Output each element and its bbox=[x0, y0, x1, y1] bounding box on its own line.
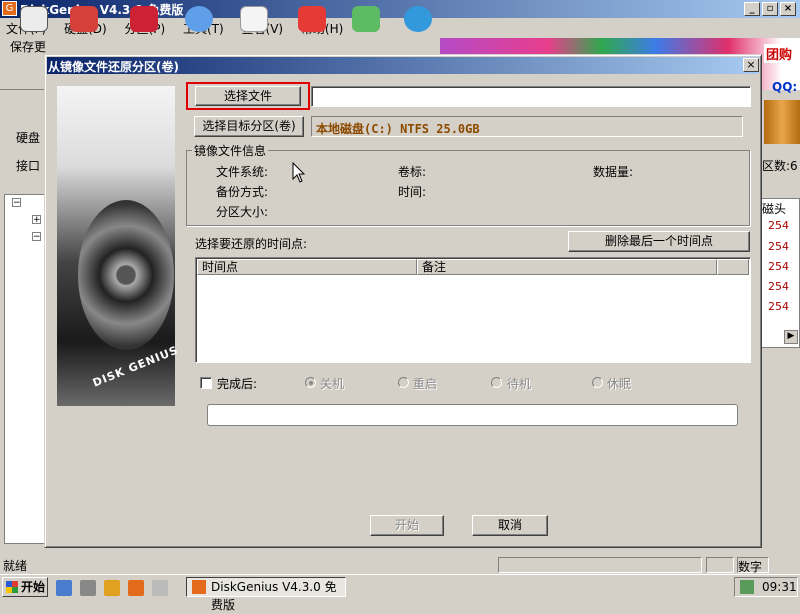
partition-size-label: 分区大小: bbox=[216, 205, 269, 219]
scroll-right-icon[interactable]: ▶ bbox=[784, 330, 798, 344]
target-partition-value: 本地磁盘(C:) NTFS 25.0GB bbox=[316, 122, 480, 136]
status-pane bbox=[498, 557, 702, 573]
toolbar-plane-icon[interactable] bbox=[352, 6, 380, 32]
tree-expand-icon[interactable]: + bbox=[32, 215, 41, 225]
table-cell: 254 bbox=[768, 260, 789, 273]
image-info-group bbox=[186, 150, 750, 226]
quicklaunch-desktop-icon[interactable] bbox=[56, 580, 72, 596]
after-done-label: 完成后: bbox=[217, 377, 258, 391]
toolbar-arrow-icon[interactable] bbox=[130, 6, 158, 32]
numlock-label: 数字 bbox=[738, 560, 763, 574]
save-disk-icon[interactable] bbox=[20, 6, 48, 32]
restart-label: 重启 bbox=[413, 377, 438, 391]
ad-qq-label: QQ: bbox=[772, 80, 798, 94]
app-close-button[interactable]: × bbox=[780, 2, 796, 16]
toolbar-brand-icon[interactable] bbox=[298, 6, 326, 32]
standby-label: 待机 bbox=[507, 377, 532, 391]
taskbar-diskgenius-button[interactable]: DiskGenius V4.3.0 免费版 bbox=[186, 577, 346, 612]
tray-network-icon[interactable] bbox=[740, 580, 754, 594]
diskgenius-task-icon bbox=[192, 580, 206, 594]
shutdown-radio[interactable] bbox=[305, 377, 316, 388]
dialog-close-button[interactable]: × bbox=[743, 58, 759, 72]
delete-last-point-button[interactable]: 删除最后一个时间点 bbox=[568, 231, 750, 252]
dialog-title: 从镜像文件还原分区(卷) bbox=[48, 60, 179, 74]
restart-radio[interactable] bbox=[398, 377, 409, 388]
heads-column-header: 磁头 bbox=[762, 202, 787, 216]
disk-platter-icon bbox=[78, 200, 174, 350]
toolbar-globe-icon[interactable] bbox=[185, 6, 213, 32]
image-info-group-title: 镜像文件信息 bbox=[192, 142, 269, 159]
app-title-bar: DiskGenius V4.3.0 免费版 bbox=[0, 0, 800, 18]
windows-logo-icon bbox=[6, 581, 18, 593]
left-disk-label: 硬盘 bbox=[16, 131, 41, 145]
standby-radio[interactable] bbox=[491, 377, 502, 388]
image-file-path-input[interactable] bbox=[311, 86, 751, 107]
hibernate-radio[interactable] bbox=[592, 377, 603, 388]
toolbar-save-label: 保存更 bbox=[10, 40, 47, 54]
shutdown-label: 关机 bbox=[320, 377, 345, 391]
mouse-pointer-icon bbox=[292, 162, 306, 183]
quicklaunch-drive-icon[interactable] bbox=[152, 580, 168, 596]
after-done-checkbox[interactable] bbox=[200, 377, 212, 389]
quicklaunch-printer-icon[interactable] bbox=[80, 580, 96, 596]
table-cell: 254 bbox=[768, 300, 789, 313]
status-text: 就绪 bbox=[3, 559, 28, 573]
data-size-label: 数据量: bbox=[593, 165, 634, 179]
table-cell: 254 bbox=[768, 240, 789, 253]
disk-tree[interactable] bbox=[4, 194, 46, 544]
diskgenius-app-icon: G bbox=[2, 1, 17, 16]
select-file-button[interactable]: 选择文件 bbox=[195, 86, 301, 106]
column-header-time-point[interactable]: 时间点 bbox=[197, 259, 417, 275]
status-pane bbox=[706, 557, 734, 573]
toolbar-tool-icon[interactable] bbox=[70, 6, 98, 32]
restore-progress-bar bbox=[207, 404, 738, 426]
column-header-filler bbox=[717, 259, 749, 275]
select-target-partition-button[interactable]: 选择目标分区(卷) bbox=[194, 116, 304, 137]
toolbar-document-icon[interactable] bbox=[240, 6, 268, 32]
quicklaunch-diskgenius-icon[interactable] bbox=[128, 580, 144, 596]
restore-point-label: 选择要还原的时间点: bbox=[195, 237, 308, 251]
menu-bar: 文件(F) 硬盘(D) 分区(P) 工具(T) 查看(V) 帮助(H) bbox=[0, 18, 800, 38]
minimize-button[interactable]: _ bbox=[744, 2, 760, 16]
numlock-indicator: 数字 bbox=[737, 557, 769, 574]
taskbar bbox=[0, 574, 800, 600]
table-cell: 254 bbox=[768, 219, 789, 232]
start-button[interactable]: 开始 bbox=[370, 515, 444, 536]
tree-collapse-icon[interactable]: − bbox=[32, 232, 41, 242]
toolbar-pie-icon[interactable] bbox=[404, 6, 432, 32]
filesystem-label: 文件系统: bbox=[216, 165, 269, 179]
quicklaunch-folder-icon[interactable] bbox=[104, 580, 120, 596]
backup-method-label: 备份方式: bbox=[216, 185, 269, 199]
left-interface-label: 接口 bbox=[16, 159, 41, 173]
table-cell: 254 bbox=[768, 280, 789, 293]
tree-collapse-icon[interactable]: − bbox=[12, 198, 21, 208]
volume-label: 卷标: bbox=[398, 165, 427, 179]
column-header-note[interactable]: 备注 bbox=[417, 259, 717, 275]
tray-clock: 09:31 bbox=[762, 580, 797, 594]
time-label: 时间: bbox=[398, 185, 427, 199]
partition-count-label: 区数:6 bbox=[762, 159, 798, 173]
hibernate-label: 休眠 bbox=[607, 377, 632, 391]
cancel-button[interactable]: 取消 bbox=[472, 515, 548, 536]
maximize-button[interactable]: ▫ bbox=[762, 2, 778, 16]
disk-graphic bbox=[764, 100, 800, 144]
ad-banner-text: 团购 bbox=[764, 44, 795, 63]
